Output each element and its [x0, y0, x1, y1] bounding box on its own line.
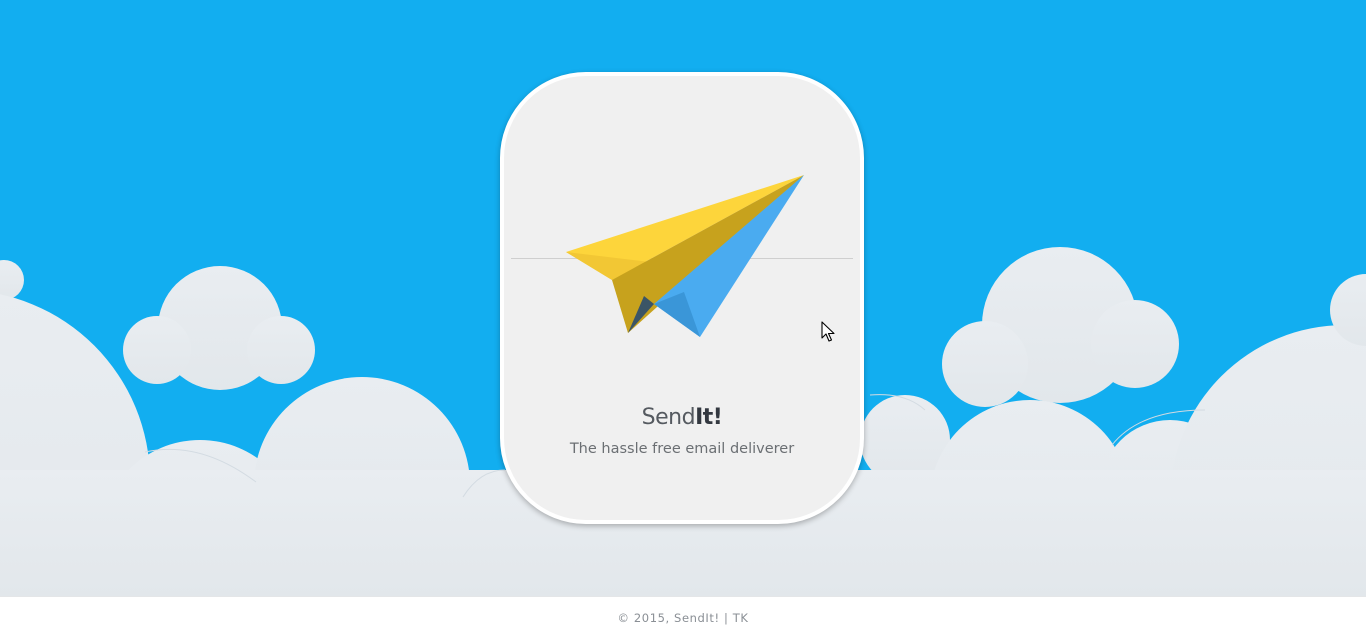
footer-copyright: © 2015, SendIt! | TK — [617, 611, 749, 625]
landing-page: SendIt! The hassle free email deliverer … — [0, 0, 1366, 643]
paper-plane-icon — [566, 175, 804, 337]
brand-title-bold: It! — [695, 405, 723, 430]
brand-title: SendIt! — [504, 405, 860, 431]
brand-title-light: Send — [641, 405, 696, 430]
tagline: The hassle free email deliverer — [569, 441, 795, 457]
app-card: SendIt! The hassle free email deliverer — [500, 72, 864, 524]
mouse-cursor-icon — [821, 321, 835, 342]
footer-divider — [0, 596, 1366, 597]
